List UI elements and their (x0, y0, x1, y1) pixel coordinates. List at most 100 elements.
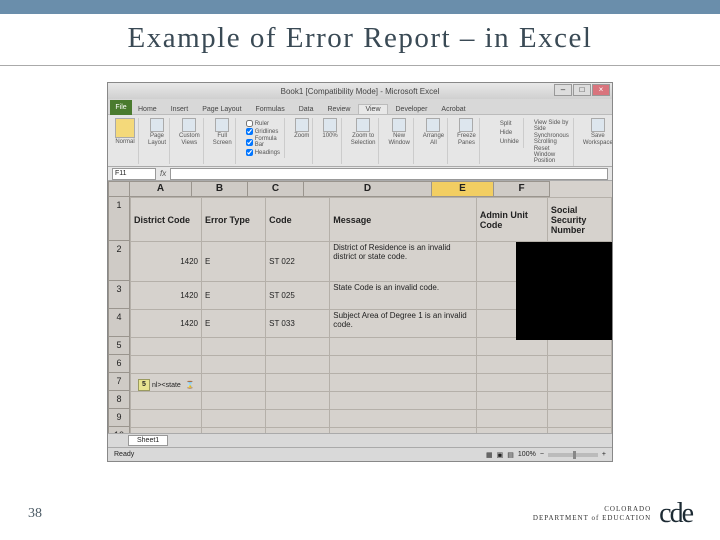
sheet-tabs: Sheet1 (108, 433, 612, 447)
cell[interactable]: ST 022 (266, 242, 330, 282)
view-break-icon[interactable]: ▤ (507, 451, 514, 459)
opt-resetwin[interactable]: Reset Window Position (534, 146, 569, 164)
ribbon-customviews[interactable]: Custom Views (176, 118, 204, 164)
cell[interactable]: State Code is an invalid code. (330, 282, 477, 310)
ribbon-zoom[interactable]: Zoom (291, 118, 313, 164)
ribbon-fullscreen[interactable]: Full Screen (210, 118, 236, 164)
savews-icon (591, 118, 605, 132)
row-6[interactable]: 6 (108, 355, 130, 373)
view-normal-icon[interactable]: ▦ (486, 451, 493, 459)
cell[interactable]: 1420 (131, 242, 202, 282)
tab-pagelayout[interactable]: Page Layout (196, 105, 247, 114)
zoom-slider[interactable] (548, 453, 598, 457)
col-D[interactable]: D (304, 181, 432, 197)
zoom-out[interactable]: − (540, 451, 544, 458)
cell[interactable]: E (202, 310, 266, 338)
view-page-icon[interactable]: ▣ (497, 451, 504, 459)
redaction-block (516, 242, 612, 340)
page-title: Example of Error Report – in Excel (0, 22, 720, 66)
ribbon-100[interactable]: 100% (319, 118, 341, 164)
name-box[interactable]: F11 (112, 168, 156, 180)
cde-logo: COLORADO DEPARTMENT of EDUCATION cde (533, 498, 692, 530)
tab-acrobat[interactable]: Acrobat (435, 105, 471, 114)
sheet-tab[interactable]: Sheet1 (128, 435, 168, 446)
tab-formulas[interactable]: Formulas (250, 105, 291, 114)
row-4[interactable]: 4 (108, 309, 130, 337)
opt-hide[interactable]: Hide (490, 129, 519, 137)
ribbon-zoomsel[interactable]: Zoom to Selection (348, 118, 380, 164)
row-5[interactable]: 5 (108, 337, 130, 355)
freeze-icon (459, 118, 473, 132)
ribbon-arrange[interactable]: Arrange All (420, 118, 448, 164)
col-F[interactable]: F (494, 181, 550, 197)
ribbon-normal[interactable]: Normal (112, 118, 139, 164)
spreadsheet-grid: A B C D E F 1 2 3 4 5 6 7 8 9 10 Distric… (108, 181, 612, 451)
cell[interactable]: Error Type (202, 198, 266, 242)
col-C[interactable]: C (248, 181, 304, 197)
cell[interactable]: 1420 (131, 310, 202, 338)
tab-insert[interactable]: Insert (165, 105, 195, 114)
maximize-button[interactable]: □ (573, 84, 591, 96)
col-B[interactable]: B (192, 181, 248, 197)
anim-tag-text: nl><state (152, 382, 181, 389)
table-row: District Code Error Type Code Message Ad… (131, 198, 612, 242)
window-titlebar[interactable]: Book1 [Compatibility Mode] - Microsoft E… (108, 83, 612, 99)
cell[interactable]: Code (266, 198, 330, 242)
table-row (131, 338, 612, 356)
ribbon-pagelayout[interactable]: Page Layout (145, 118, 170, 164)
tab-view[interactable]: View (358, 104, 387, 114)
ribbon-newwin[interactable]: New Window (385, 118, 413, 164)
hide-icon (490, 129, 498, 137)
cell[interactable]: 1420 (131, 282, 202, 310)
cell[interactable]: ST 033 (266, 310, 330, 338)
row-2[interactable]: 2 (108, 241, 130, 281)
file-tab[interactable]: File (110, 100, 132, 115)
table-row (131, 356, 612, 374)
cell[interactable]: Social Security Number (547, 198, 611, 242)
select-all-corner[interactable] (108, 181, 130, 197)
animation-tag: 5 nl><state ⌛ (138, 377, 197, 393)
minimize-button[interactable]: – (554, 84, 572, 96)
ribbon-freeze[interactable]: Freeze Panes (454, 118, 480, 164)
close-button[interactable]: × (592, 84, 610, 96)
chk-formula[interactable]: Formula Bar (246, 136, 280, 148)
table-row (131, 392, 612, 410)
footer: 38 COLORADO DEPARTMENT of EDUCATION cde (0, 498, 720, 530)
cell[interactable]: E (202, 242, 266, 282)
row-1[interactable]: 1 (108, 197, 130, 241)
page-number: 38 (28, 506, 42, 522)
ribbon-savews[interactable]: Save Workspace (580, 118, 612, 164)
tab-review[interactable]: Review (322, 105, 357, 114)
cell[interactable]: ST 025 (266, 282, 330, 310)
table-row (131, 410, 612, 428)
chk-ruler[interactable]: Ruler (246, 120, 280, 127)
cell[interactable]: Subject Area of Degree 1 is an invalid c… (330, 310, 477, 338)
cell[interactable]: Admin Unit Code (476, 198, 547, 242)
row-7[interactable]: 7 (108, 373, 130, 391)
animation-number: 5 (138, 379, 150, 391)
chk-gridlines[interactable]: Gridlines (246, 128, 280, 135)
ribbon: Normal Page Layout Custom Views Full Scr… (108, 115, 612, 167)
tab-home[interactable]: Home (132, 105, 163, 114)
opt-unhide[interactable]: Unhide (490, 138, 519, 146)
zoom-in[interactable]: + (602, 451, 606, 458)
tab-data[interactable]: Data (293, 105, 320, 114)
cde-text: COLORADO DEPARTMENT of EDUCATION (533, 505, 651, 523)
opt-split[interactable]: Split (490, 120, 519, 128)
opt-sidebyside[interactable]: View Side by Side (534, 120, 569, 132)
row-9[interactable]: 9 (108, 409, 130, 427)
row-3[interactable]: 3 (108, 281, 130, 309)
fx-icon[interactable]: fx (160, 169, 166, 178)
cell[interactable]: E (202, 282, 266, 310)
pagelayout-icon (150, 118, 164, 132)
row-8[interactable]: 8 (108, 391, 130, 409)
chk-headings[interactable]: Headings (246, 149, 280, 156)
tab-developer[interactable]: Developer (390, 105, 434, 114)
cell[interactable]: District Code (131, 198, 202, 242)
col-A[interactable]: A (130, 181, 192, 197)
opt-syncscroll[interactable]: Synchronous Scrolling (534, 133, 569, 145)
cell[interactable]: District of Residence is an invalid dist… (330, 242, 477, 282)
col-E[interactable]: E (432, 181, 494, 197)
formula-input[interactable] (170, 168, 608, 180)
cell[interactable]: Message (330, 198, 477, 242)
